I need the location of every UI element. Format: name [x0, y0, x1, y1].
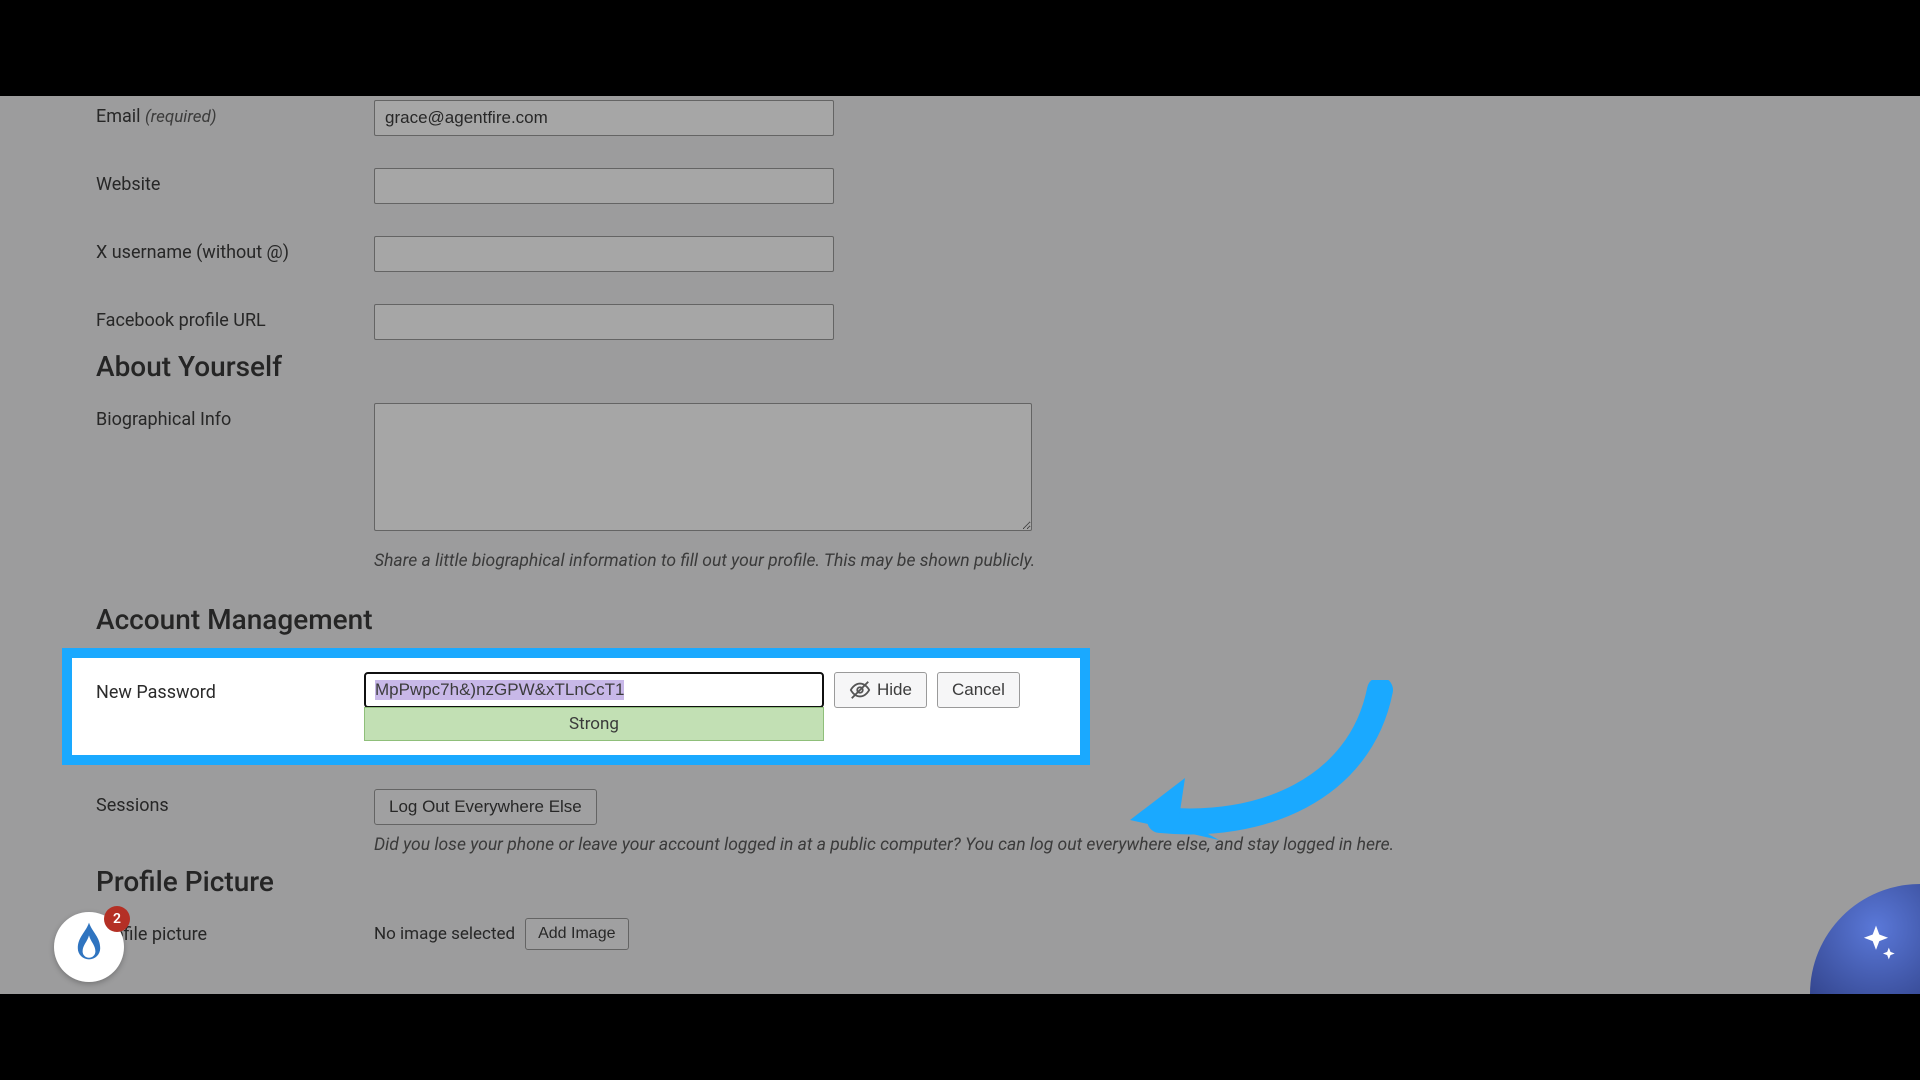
add-image-label: Add Image [538, 925, 615, 943]
new-password-label: New Password [96, 672, 364, 703]
sessions-label: Sessions [96, 789, 374, 816]
letterbox-top [0, 0, 1920, 96]
row-bio: Biographical Info Share a little biograp… [96, 403, 1880, 571]
profile-settings-form: Email (required) Website X username (wit… [0, 96, 1920, 994]
new-password-highlight: New Password Hide [62, 648, 1090, 765]
assistant-launcher[interactable] [1810, 884, 1920, 994]
cancel-label: Cancel [952, 680, 1005, 700]
x-username-field[interactable] [374, 236, 834, 272]
row-facebook: Facebook profile URL [96, 304, 1880, 340]
add-image-button[interactable]: Add Image [525, 918, 628, 950]
website-label: Website [96, 168, 374, 195]
row-sessions: Sessions Log Out Everywhere Else Did you… [96, 789, 1880, 855]
row-website: Website [96, 168, 1880, 204]
letterbox-bottom [0, 994, 1920, 1080]
flame-icon [69, 921, 109, 973]
agentfire-launcher[interactable]: 2 [54, 912, 124, 982]
email-label-text: Email [96, 106, 141, 127]
logout-everywhere-button[interactable]: Log Out Everywhere Else [374, 789, 597, 825]
bio-hint: Share a little biographical information … [374, 551, 1880, 571]
hide-password-button[interactable]: Hide [834, 672, 927, 708]
email-label: Email (required) [96, 100, 374, 127]
password-strength-meter: Strong [364, 707, 824, 741]
profile-picture-heading: Profile Picture [96, 865, 1880, 898]
bio-label: Biographical Info [96, 403, 374, 430]
x-username-label: X username (without @) [96, 236, 374, 263]
facebook-field[interactable] [374, 304, 834, 340]
hide-label: Hide [877, 680, 912, 700]
row-email: Email (required) [96, 100, 1880, 136]
email-field[interactable] [374, 100, 834, 136]
logout-label: Log Out Everywhere Else [389, 797, 582, 817]
website-field[interactable] [374, 168, 834, 204]
about-heading: About Yourself [96, 350, 1880, 383]
facebook-label: Facebook profile URL [96, 304, 374, 331]
row-x-username: X username (without @) [96, 236, 1880, 272]
email-required: (required) [145, 107, 217, 127]
no-image-text: No image selected [374, 924, 515, 944]
eye-off-icon [849, 679, 871, 701]
sessions-hint: Did you lose your phone or leave your ac… [374, 835, 1880, 855]
profile-picture-label: Profile picture [96, 918, 374, 945]
new-password-field[interactable] [364, 672, 824, 708]
account-heading: Account Management [96, 603, 1880, 636]
bio-textarea[interactable] [374, 403, 1032, 531]
row-profile-picture: Profile picture No image selected Add Im… [96, 918, 1880, 950]
cancel-password-button[interactable]: Cancel [937, 672, 1020, 708]
notification-badge: 2 [104, 906, 130, 932]
